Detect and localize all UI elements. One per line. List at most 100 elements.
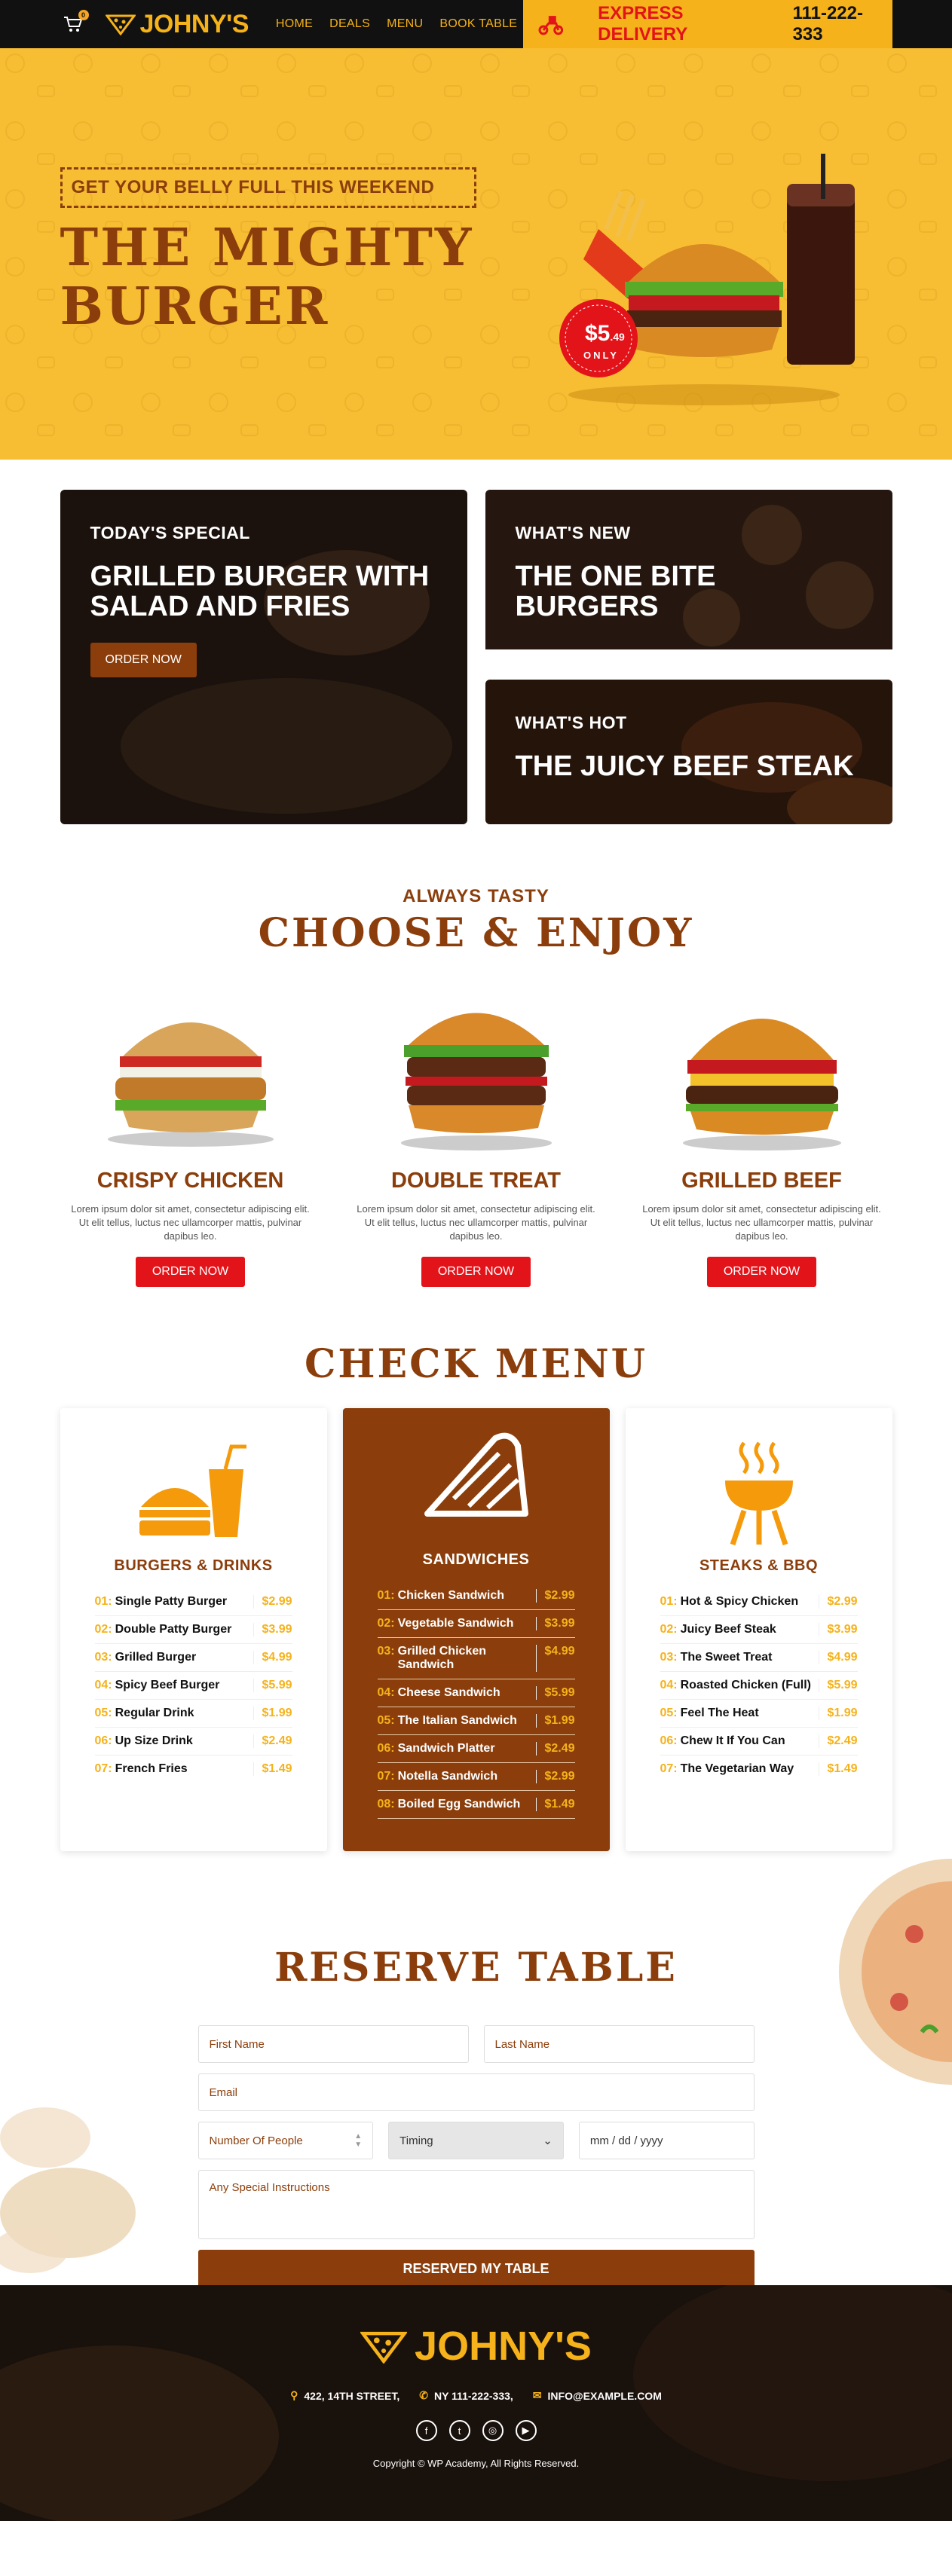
menu-item-price: $2.99 bbox=[536, 1770, 575, 1783]
order-now-button[interactable]: ORDER NOW bbox=[706, 1257, 817, 1287]
menu-item-number: 07: bbox=[377, 1770, 395, 1783]
menu-item-price: $4.99 bbox=[536, 1645, 575, 1672]
menu-item[interactable]: 05: The Italian Sandwich $1.99 bbox=[377, 1707, 575, 1735]
timing-selected-value: Timing bbox=[399, 2134, 433, 2147]
facebook-icon[interactable]: f bbox=[415, 2420, 437, 2441]
spinner-arrows-icon[interactable]: ▲ ▼ bbox=[354, 2132, 362, 2149]
menu-item[interactable]: 01: Chicken Sandwich $2.99 bbox=[377, 1582, 575, 1610]
nav-book-table[interactable]: BOOK TABLE bbox=[439, 17, 517, 31]
menu-item[interactable]: 06: Chew It If You Can $2.49 bbox=[660, 1728, 858, 1756]
menu-item-name: The Italian Sandwich bbox=[397, 1714, 517, 1727]
footer-phone[interactable]: NY 111-222-333, bbox=[434, 2390, 513, 2402]
special-kicker: TODAY'S SPECIAL bbox=[90, 523, 250, 542]
hero-title-line2: BURGER bbox=[60, 277, 330, 337]
product-card: GRILLED BEEF Lorem ipsum dolor sit amet,… bbox=[632, 985, 892, 1287]
logo[interactable]: JOHNY'S bbox=[105, 10, 249, 39]
order-now-button[interactable]: ORDER NOW bbox=[135, 1257, 246, 1287]
last-name-field[interactable]: Last Name bbox=[483, 2025, 755, 2063]
pizza-slice-icon bbox=[360, 2331, 408, 2364]
special-title: THE JUICY BEEF STEAK bbox=[515, 750, 854, 782]
cart-button[interactable]: 0 bbox=[60, 10, 89, 37]
reserve-submit-button[interactable]: RESERVED MY TABLE bbox=[197, 2250, 755, 2285]
nav-menu[interactable]: MENU bbox=[387, 17, 423, 31]
youtube-icon[interactable]: ▶ bbox=[515, 2420, 537, 2441]
menu-item[interactable]: 02: Double Patty Burger $3.99 bbox=[94, 1616, 292, 1644]
menu-item[interactable]: 06: Up Size Drink $2.49 bbox=[94, 1728, 292, 1756]
menu-item[interactable]: 03: The Sweet Treat $4.99 bbox=[660, 1644, 858, 1672]
menu-item-price: $2.49 bbox=[253, 1734, 292, 1748]
footer-logo[interactable]: JOHNY'S bbox=[360, 2323, 592, 2370]
hero-tagline-box: GET YOUR BELLY FULL THIS WEEKEND bbox=[60, 167, 476, 208]
menu-item-price: $1.99 bbox=[536, 1714, 575, 1728]
menu-item[interactable]: 05: Regular Drink $1.99 bbox=[94, 1700, 292, 1728]
menu-item[interactable]: 03: Grilled Chicken Sandwich $4.99 bbox=[377, 1638, 575, 1679]
main-nav: HOME DEALS MENU BOOK TABLE bbox=[276, 17, 517, 31]
instagram-icon[interactable]: ◎ bbox=[482, 2420, 504, 2441]
menu-item-name: Spicy Beef Burger bbox=[115, 1679, 220, 1691]
menu-item-price: $1.49 bbox=[536, 1798, 575, 1811]
product-description: Lorem ipsum dolor sit amet, consectetur … bbox=[642, 1203, 881, 1242]
hero-title-line1: THE MIGHTY bbox=[60, 218, 474, 278]
special-card-today[interactable]: TODAY'S SPECIAL GRILLED BURGER WITH SALA… bbox=[60, 490, 467, 824]
menu-item[interactable]: 08: Boiled Egg Sandwich $1.49 bbox=[377, 1791, 575, 1819]
menu-column-sandwiches: SANDWICHES 01: Chicken Sandwich $2.99 02: V… bbox=[342, 1408, 610, 1851]
menu-item[interactable]: 04: Spicy Beef Burger $5.99 bbox=[94, 1672, 292, 1700]
phone-icon: ✆ bbox=[419, 2389, 428, 2401]
menu-item[interactable]: 04: Cheese Sandwich $5.99 bbox=[377, 1679, 575, 1707]
product-name: CRISPY CHICKEN bbox=[96, 1169, 284, 1193]
nav-home[interactable]: HOME bbox=[276, 17, 313, 31]
special-instructions-field[interactable]: Any Special Instructions bbox=[197, 2170, 755, 2239]
menu-item-name: Regular Drink bbox=[115, 1707, 194, 1719]
menu-list: 01: Single Patty Burger $2.99 02: Double Pa… bbox=[94, 1588, 292, 1783]
first-name-field[interactable]: First Name bbox=[197, 2025, 469, 2063]
special-card-new[interactable]: WHAT'S NEW THE ONE BITE BURGERS bbox=[485, 490, 892, 665]
menu-item-number: 07: bbox=[94, 1762, 112, 1775]
menu-item[interactable]: 07: Notella Sandwich $2.99 bbox=[377, 1763, 575, 1791]
menu-item-number: 03: bbox=[94, 1651, 112, 1664]
menu-item-number: 02: bbox=[94, 1623, 112, 1636]
order-now-button[interactable]: ORDER NOW bbox=[421, 1257, 531, 1287]
menu-item[interactable]: 01: Hot & Spicy Chicken $2.99 bbox=[660, 1588, 858, 1616]
menu-item-price: $1.99 bbox=[253, 1707, 292, 1720]
menu-item-number: 03: bbox=[660, 1651, 678, 1664]
menu-item-number: 06: bbox=[94, 1734, 112, 1747]
reserve-title: RESERVE TABLE bbox=[274, 1945, 678, 1991]
order-now-button[interactable]: ORDER NOW bbox=[90, 643, 197, 677]
timing-select[interactable]: Timing ⌄ bbox=[388, 2122, 564, 2159]
menu-item-number: 04: bbox=[660, 1679, 678, 1691]
menu-item[interactable]: 01: Single Patty Burger $2.99 bbox=[94, 1588, 292, 1616]
menu-column-title: STEAKS & BBQ bbox=[699, 1557, 819, 1574]
menu-item[interactable]: 06: Sandwich Platter $2.49 bbox=[377, 1735, 575, 1763]
menu-item-price: $2.49 bbox=[819, 1734, 858, 1748]
choose-kicker: ALWAYS TASTY bbox=[403, 886, 549, 906]
double-treat-burger-image bbox=[400, 1013, 552, 1150]
location-pin-icon: ⚲ bbox=[290, 2389, 298, 2401]
product-description: Lorem ipsum dolor sit amet, consectetur … bbox=[71, 1203, 310, 1242]
special-card-hot[interactable]: WHAT'S HOT THE JUICY BEEF STEAK bbox=[485, 680, 892, 824]
menu-item[interactable]: 02: Juicy Beef Steak $3.99 bbox=[660, 1616, 858, 1644]
menu-item[interactable]: 05: Feel The Heat $1.99 bbox=[660, 1700, 858, 1728]
menu-item-name: Juicy Beef Steak bbox=[680, 1623, 776, 1636]
menu-item-name: Vegetable Sandwich bbox=[397, 1617, 514, 1630]
product-name: DOUBLE TREAT bbox=[390, 1169, 561, 1193]
menu-item-number: 07: bbox=[660, 1762, 678, 1775]
footer-email[interactable]: INFO@EXAMPLE.COM bbox=[548, 2390, 662, 2402]
price-badge-only: ONLY bbox=[583, 350, 619, 361]
menu-item-number: 05: bbox=[377, 1714, 395, 1727]
nav-deals[interactable]: DEALS bbox=[329, 17, 370, 31]
menu-item[interactable]: 07: The Vegetarian Way $1.49 bbox=[660, 1756, 858, 1783]
delivery-phone[interactable]: 111-222-333 bbox=[793, 3, 892, 45]
special-kicker: WHAT'S HOT bbox=[515, 713, 627, 732]
menu-item[interactable]: 04: Roasted Chicken (Full) $5.99 bbox=[660, 1672, 858, 1700]
menu-item[interactable]: 03: Grilled Burger $4.99 bbox=[94, 1644, 292, 1672]
pizza-slice-icon bbox=[105, 14, 136, 35]
menu-item[interactable]: 07: French Fries $1.49 bbox=[95, 1756, 292, 1783]
email-field[interactable]: Email bbox=[197, 2073, 755, 2111]
twitter-icon[interactable]: t bbox=[448, 2420, 470, 2441]
menu-item[interactable]: 02: Vegetable Sandwich $3.99 bbox=[377, 1610, 575, 1638]
menu-item-number: 02: bbox=[660, 1623, 678, 1636]
date-field[interactable]: mm / dd / yyyy bbox=[578, 2122, 755, 2159]
menu-item-name: Grilled Chicken Sandwich bbox=[397, 1645, 486, 1671]
hero-title: THE MIGHTY BURGER bbox=[60, 218, 474, 336]
number-of-people-field[interactable]: Number Of People ▲ ▼ bbox=[197, 2122, 374, 2159]
